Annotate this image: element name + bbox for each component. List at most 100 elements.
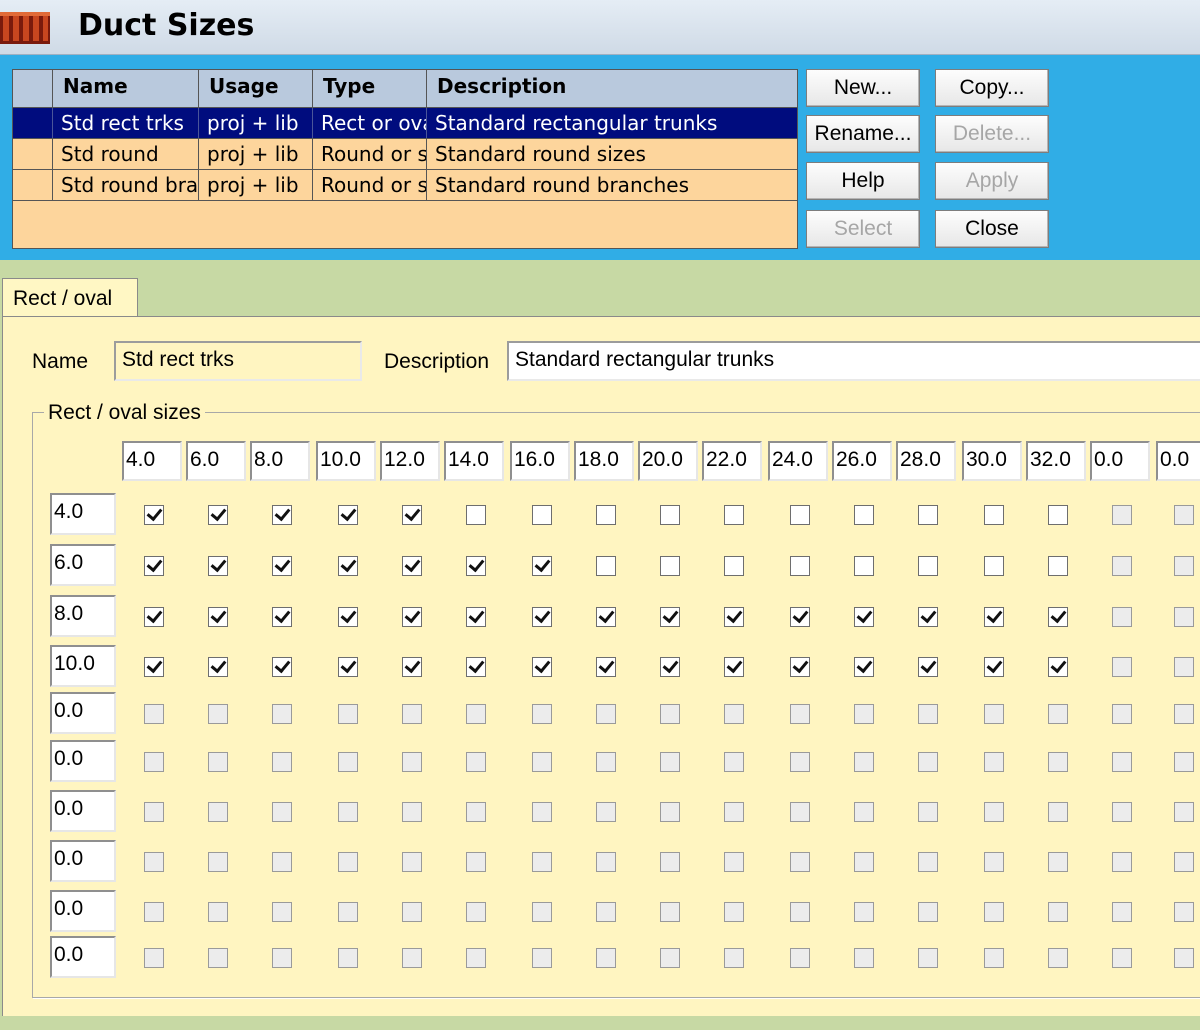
size-checkbox[interactable] [272,852,292,872]
size-checkbox[interactable] [402,505,422,525]
size-checkbox[interactable] [1174,948,1194,968]
size-checkbox[interactable] [984,752,1004,772]
size-checkbox[interactable] [338,657,358,677]
size-checkbox[interactable] [1112,948,1132,968]
column-header-name[interactable]: Name [53,70,199,108]
size-checkbox[interactable] [466,556,486,576]
size-checkbox[interactable] [1112,556,1132,576]
size-checkbox[interactable] [790,657,810,677]
size-checkbox[interactable] [532,505,552,525]
size-checkbox[interactable] [790,852,810,872]
width-size-field[interactable]: 12.0 [380,441,440,481]
name-field[interactable]: Std rect trks [114,341,362,381]
size-checkbox[interactable] [1048,948,1068,968]
size-checkbox[interactable] [144,505,164,525]
size-checkbox[interactable] [660,607,680,627]
size-checkbox[interactable] [790,556,810,576]
size-checkbox[interactable] [144,752,164,772]
size-checkbox[interactable] [466,752,486,772]
size-checkbox[interactable] [1112,852,1132,872]
size-checkbox[interactable] [208,704,228,724]
size-checkbox[interactable] [596,657,616,677]
size-checkbox[interactable] [208,948,228,968]
size-checkbox[interactable] [596,852,616,872]
column-header-description[interactable]: Description [427,70,797,108]
size-checkbox[interactable] [272,556,292,576]
size-checkbox[interactable] [466,657,486,677]
size-checkbox[interactable] [144,802,164,822]
size-checkbox[interactable] [1048,852,1068,872]
size-checkbox[interactable] [466,902,486,922]
size-checkbox[interactable] [338,607,358,627]
size-checkbox[interactable] [724,852,744,872]
size-checkbox[interactable] [1112,902,1132,922]
size-checkbox[interactable] [724,902,744,922]
size-checkbox[interactable] [660,505,680,525]
size-checkbox[interactable] [466,607,486,627]
size-checkbox[interactable] [1174,556,1194,576]
size-checkbox[interactable] [1112,657,1132,677]
size-checkbox[interactable] [144,556,164,576]
size-checkbox[interactable] [338,902,358,922]
width-size-field[interactable]: 16.0 [510,441,570,481]
size-checkbox[interactable] [144,902,164,922]
size-checkbox[interactable] [272,704,292,724]
width-size-field[interactable]: 24.0 [768,441,828,481]
table-row[interactable]: Std rect trksproj + libRect or oval Stand… [13,108,797,139]
size-checkbox[interactable] [984,852,1004,872]
size-checkbox[interactable] [338,752,358,772]
select-button[interactable]: Select [806,210,920,248]
size-checkbox[interactable] [660,556,680,576]
size-checkbox[interactable] [1174,752,1194,772]
rename-button[interactable]: Rename... [806,115,920,153]
size-checkbox[interactable] [402,556,422,576]
size-checkbox[interactable] [918,607,938,627]
height-size-field[interactable]: 6.0 [50,544,116,586]
height-size-field[interactable]: 4.0 [50,493,116,535]
size-checkbox[interactable] [724,948,744,968]
size-checkbox[interactable] [208,607,228,627]
size-checkbox[interactable] [660,657,680,677]
size-checkbox[interactable] [984,505,1004,525]
size-checkbox[interactable] [660,902,680,922]
size-checkbox[interactable] [272,752,292,772]
size-checkbox[interactable] [596,802,616,822]
size-checkbox[interactable] [724,802,744,822]
size-checkbox[interactable] [724,752,744,772]
size-checkbox[interactable] [1048,657,1068,677]
size-checkbox[interactable] [402,902,422,922]
size-checkbox[interactable] [854,556,874,576]
size-checkbox[interactable] [854,704,874,724]
size-checkbox[interactable] [918,902,938,922]
size-checkbox[interactable] [208,902,228,922]
duct-size-table[interactable]: Name Usage Type Description Std rect trk… [12,69,798,249]
size-checkbox[interactable] [532,852,552,872]
size-checkbox[interactable] [532,607,552,627]
size-checkbox[interactable] [532,802,552,822]
size-checkbox[interactable] [724,505,744,525]
size-checkbox[interactable] [724,556,744,576]
size-checkbox[interactable] [918,657,938,677]
size-checkbox[interactable] [402,704,422,724]
size-checkbox[interactable] [1048,556,1068,576]
size-checkbox[interactable] [208,657,228,677]
size-checkbox[interactable] [596,902,616,922]
size-checkbox[interactable] [984,657,1004,677]
size-checkbox[interactable] [532,657,552,677]
size-checkbox[interactable] [402,657,422,677]
width-size-field[interactable]: 14.0 [444,441,504,481]
size-checkbox[interactable] [402,852,422,872]
size-checkbox[interactable] [790,505,810,525]
width-size-field[interactable]: 18.0 [574,441,634,481]
size-checkbox[interactable] [208,505,228,525]
size-checkbox[interactable] [790,704,810,724]
size-checkbox[interactable] [1048,607,1068,627]
width-size-field[interactable]: 6.0 [186,441,246,481]
size-checkbox[interactable] [918,556,938,576]
size-checkbox[interactable] [854,607,874,627]
size-checkbox[interactable] [984,556,1004,576]
size-checkbox[interactable] [1112,607,1132,627]
height-size-field[interactable]: 0.0 [50,692,116,734]
size-checkbox[interactable] [1174,607,1194,627]
size-checkbox[interactable] [790,607,810,627]
